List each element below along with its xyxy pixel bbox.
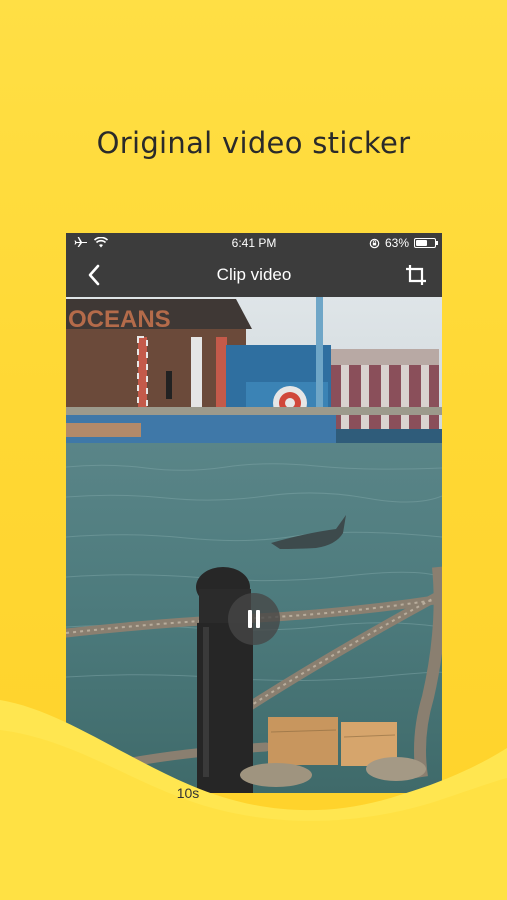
status-bar: 6:41 PM 63% — [66, 233, 442, 253]
crop-icon[interactable] — [404, 263, 428, 287]
clip-duration-label: 10s — [176, 785, 200, 801]
rotation-lock-icon — [369, 238, 380, 248]
pause-button[interactable] — [228, 593, 280, 645]
nav-title: Clip video — [216, 265, 292, 284]
page-headline: Original video sticker — [96, 126, 411, 160]
battery-percent: 63% — [384, 236, 409, 250]
battery-icon — [414, 238, 438, 248]
nav-bar: Clip video — [66, 253, 442, 297]
battery-level-fill — [416, 240, 427, 246]
oceans-sign-text: OCEANS — [68, 306, 171, 333]
